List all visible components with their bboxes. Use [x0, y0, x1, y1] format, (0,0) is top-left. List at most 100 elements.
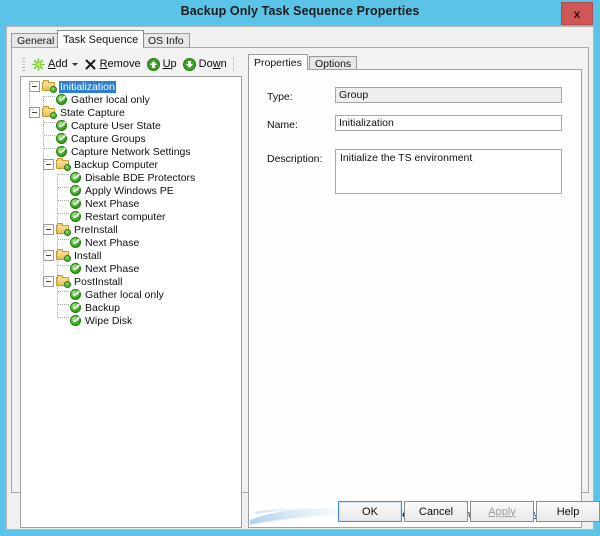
starburst-icon [32, 58, 45, 71]
toolbar-separator [233, 57, 234, 71]
tree-item-label: PostInstall [73, 276, 123, 288]
tree-item-label: PreInstall [73, 224, 119, 236]
check-circle-icon [56, 94, 67, 105]
tree-connector-line [30, 109, 34, 110]
tree-item[interactable]: Backup Computer [25, 158, 241, 171]
tree-connector-line [58, 239, 70, 240]
dialog-window: Backup Only Task Sequence Properties x G… [0, 0, 600, 536]
help-button[interactable]: Help [536, 501, 600, 522]
remove-button-label: Remove [100, 58, 141, 70]
apply-button-label: Apply [488, 506, 516, 518]
tree-connector-line [58, 265, 70, 266]
tree-connector-line [58, 304, 70, 305]
dialog-button-row: OK Cancel Apply Help [7, 501, 593, 523]
check-circle-icon [70, 185, 81, 196]
tree-connector-line [44, 135, 56, 136]
tree-item-label: Install [73, 250, 102, 262]
check-circle-icon [70, 237, 81, 248]
tree-connector-line [43, 96, 44, 278]
arrow-down-circle-icon [183, 58, 196, 71]
close-icon[interactable]: x [561, 2, 593, 25]
folder-icon [56, 224, 70, 235]
folder-icon [56, 159, 70, 170]
folder-icon [56, 250, 70, 261]
type-label: Type: [267, 91, 293, 103]
up-button-label: Up [163, 58, 177, 70]
x-icon [84, 58, 97, 71]
check-circle-icon [70, 211, 81, 222]
tree-item-label: Capture User State [70, 120, 162, 132]
title-bar: Backup Only Task Sequence Properties x [0, 0, 600, 26]
tree-connector-line [58, 174, 70, 175]
tree-item[interactable]: State Capture [25, 106, 241, 119]
task-sequence-tree[interactable]: InitializationGather local onlyState Cap… [20, 76, 242, 528]
toolbar-grip [22, 58, 25, 71]
chevron-down-icon [72, 63, 78, 66]
tree-item-label: Disable BDE Protectors [84, 172, 196, 184]
tab-general[interactable]: General [11, 33, 60, 48]
tab-task-sequence[interactable]: Task Sequence [57, 30, 144, 48]
check-circle-icon [70, 315, 81, 326]
dialog-client-area: General Task Sequence OS Info [6, 26, 594, 530]
check-circle-icon [56, 133, 67, 144]
tree-connector-line [29, 83, 30, 109]
details-pane: Properties Options Type: Group Name: Ini… [248, 54, 582, 528]
arrow-up-circle-icon [147, 58, 160, 71]
tree-connector-line [58, 200, 70, 201]
check-circle-icon [70, 172, 81, 183]
tree-item[interactable]: Gather local only [25, 93, 241, 106]
check-circle-icon [70, 198, 81, 209]
name-input[interactable]: Initialization [335, 115, 562, 131]
folder-icon [42, 81, 56, 92]
tree-item-label: Next Phase [84, 237, 140, 249]
tree-item-label: Initialization [59, 81, 116, 93]
tree-item[interactable]: Capture Groups [25, 132, 241, 145]
tree-connector-line [44, 278, 48, 279]
add-button-label: Add [48, 58, 68, 70]
tab-options[interactable]: Options [309, 56, 357, 70]
description-textarea[interactable]: Initialize the TS environment [335, 149, 562, 194]
tab-os-info[interactable]: OS Info [142, 33, 190, 48]
tree-connector-line [44, 161, 48, 162]
cancel-button[interactable]: Cancel [404, 501, 468, 522]
tree-item-label: Wipe Disk [84, 315, 133, 327]
apply-button: Apply [470, 501, 534, 522]
tree-item-label: Capture Network Settings [70, 146, 192, 158]
tab-properties[interactable]: Properties [248, 54, 308, 70]
tree-connector-line [57, 174, 58, 317]
check-circle-icon [56, 120, 67, 131]
tree-connector-line [58, 317, 70, 318]
tree-connector-line [44, 226, 48, 227]
folder-icon [56, 276, 70, 287]
tree-connector-line [44, 122, 56, 123]
window-title: Backup Only Task Sequence Properties [0, 4, 600, 18]
check-circle-icon [70, 263, 81, 274]
details-tab-strip: Properties Options [248, 54, 582, 70]
tree-item-label: State Capture [59, 107, 126, 119]
tree-item-label: Next Phase [84, 198, 140, 210]
tree-toolbar: Add Remove [20, 54, 242, 74]
tree-item[interactable]: Capture Network Settings [25, 145, 241, 158]
add-button[interactable]: Add [29, 55, 81, 73]
tree-item-label: Restart computer [84, 211, 167, 223]
task-sequence-tab-page: Add Remove [11, 47, 589, 493]
folder-icon [42, 107, 56, 118]
tree-connector-line [58, 213, 70, 214]
tree-item-label: Next Phase [84, 263, 140, 275]
tree-connector-line [30, 83, 34, 84]
tree-item-label: Backup [84, 302, 121, 314]
properties-tab-page: Type: Group Name: Initialization Descrip… [248, 69, 582, 528]
tree-item[interactable]: Capture User State [25, 119, 241, 132]
down-button[interactable]: Down [180, 55, 230, 73]
tab-strip: General Task Sequence OS Info [11, 30, 589, 48]
tree-item-label: Gather local only [84, 289, 165, 301]
tree-connector-line [44, 148, 56, 149]
remove-button[interactable]: Remove [81, 55, 144, 73]
up-button[interactable]: Up [144, 55, 180, 73]
down-button-label: Down [199, 58, 227, 70]
tree-connector-line [44, 96, 56, 97]
ok-button[interactable]: OK [338, 501, 402, 522]
type-value: Group [335, 87, 562, 103]
tree-connector-line [58, 291, 70, 292]
tree-item[interactable]: Initialization [25, 80, 241, 93]
